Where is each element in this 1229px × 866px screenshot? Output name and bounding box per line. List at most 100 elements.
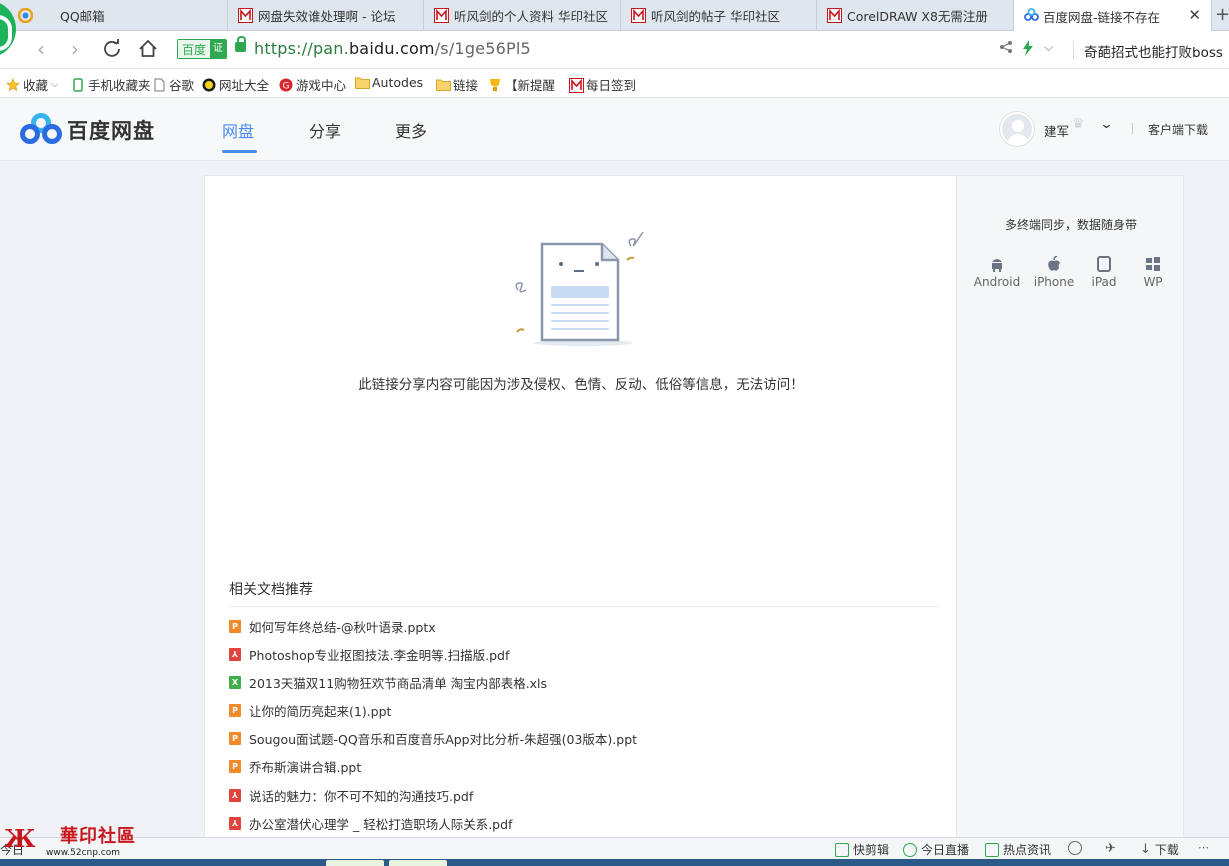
client-download-link[interactable]: 客户端下载 <box>1148 121 1208 138</box>
tab-user-posts[interactable]: 听风剑的帖子 华印社区 <box>621 0 817 31</box>
baidu-pan-logo-icon[interactable] <box>19 112 63 146</box>
bookmarks-bar: 收藏 ⌵ 手机收藏夹 谷歌 网址大全 G 游戏中心 Autodes 链接 【新提… <box>0 69 1229 98</box>
error-message: 此链接分享内容可能因为涉及侵权、色情、反动、低俗等信息，无法访问！ <box>358 377 804 393</box>
ipad-icon <box>1096 256 1112 272</box>
tab-coreldraw[interactable]: CorelDRAW X8无需注册 <box>817 0 1014 31</box>
ev-certificate-badge[interactable]: 百度 证 <box>177 39 228 59</box>
share-icon[interactable] <box>999 40 1013 58</box>
url-scheme: https://pan. <box>254 39 349 58</box>
status-download[interactable]: ↓ 下载 <box>1140 841 1179 858</box>
nav-tab-more[interactable]: 更多 <box>395 118 427 142</box>
related-doc-link[interactable]: P 让你的简历亮起来(1).ppt <box>229 700 391 720</box>
related-doc-link[interactable]: P Sougou面试题-QQ音乐和百度音乐App对比分析-朱超强(03版本).p… <box>229 728 637 748</box>
tab-user-profile[interactable]: 听风剑的个人资料 华印社区 <box>424 0 621 31</box>
avatar[interactable] <box>1000 112 1034 146</box>
trophy-icon <box>488 78 502 92</box>
apple-icon <box>1046 255 1062 272</box>
folder-icon <box>436 78 451 92</box>
status-news[interactable]: 热点资讯 <box>985 841 1051 858</box>
bookmark-new-reminder[interactable]: 【新提醒 <box>488 75 555 94</box>
svg-text:G: G <box>283 81 290 91</box>
username[interactable]: 建军 <box>1044 121 1069 140</box>
xls-file-icon: X <box>229 675 241 689</box>
huayin-icon <box>434 8 449 23</box>
bookmark-label: 链接 <box>453 78 479 93</box>
forward-icon[interactable]: › <box>63 37 87 61</box>
search-suggestion[interactable]: 奇葩招式也能打败boss <box>1084 41 1223 61</box>
bookmark-game-center[interactable]: G 游戏中心 <box>279 75 346 94</box>
folder-icon <box>355 76 370 90</box>
os-taskbar <box>0 859 1229 866</box>
windows-icon <box>1145 256 1161 272</box>
nav-tab-netdisk[interactable]: 网盘 <box>222 118 254 142</box>
site-logo-text[interactable]: 百度网盘 <box>67 115 155 145</box>
huayin-icon <box>827 8 842 23</box>
platform-android[interactable]: Android <box>972 256 1022 289</box>
taskbar-item[interactable] <box>389 860 447 866</box>
bookmark-autodesk-folder[interactable]: Autodes <box>355 75 423 90</box>
platform-windows-phone[interactable]: WP <box>1128 256 1178 289</box>
pdf-file-icon: ⅄ <box>229 788 241 802</box>
status-quick-clip[interactable]: 快剪辑 <box>835 841 889 858</box>
related-doc-link[interactable]: P 如何写年终总结-@秋叶语录.pptx <box>229 616 436 636</box>
pin-icon: ✈ <box>1105 841 1116 856</box>
huayin-icon <box>631 8 646 23</box>
web-guide-icon <box>202 78 216 92</box>
bookmark-web-guide[interactable]: 网址大全 <box>202 75 269 94</box>
chevron-down-icon: ⌵ <box>51 79 59 90</box>
bookmark-favorites[interactable]: 收藏 ⌵ <box>6 75 59 94</box>
platform-label: iPhone <box>1033 275 1075 289</box>
platform-iphone[interactable]: iPhone <box>1029 255 1079 289</box>
platform-ipad[interactable]: iPad <box>1079 256 1129 289</box>
browser-tab-strip: QQ邮箱 网盘失效谁处理啊 - 论坛 听风剑的个人资料 华印社区 听风剑的帖子 … <box>0 0 1229 58</box>
tab-forum-post[interactable]: 网盘失效谁处理啊 - 论坛 <box>228 0 424 31</box>
close-tab-icon[interactable]: ✕ <box>1188 6 1201 24</box>
address-bar: ‹ › 百度 证 https://pan.baidu.com/s/1ge56Pl… <box>0 31 1229 69</box>
refresh-icon <box>1068 841 1082 855</box>
baidu-pan-icon <box>1024 8 1039 23</box>
bookmark-mobile[interactable]: 手机收藏夹 <box>71 75 151 94</box>
back-icon[interactable]: ‹ <box>29 37 53 61</box>
bookmark-label: 手机收藏夹 <box>88 78 151 93</box>
tab-qq-mail[interactable]: QQ邮箱 <box>0 0 228 31</box>
ppt-file-icon: P <box>229 619 241 633</box>
browser-status-bar: 今日 快剪辑 今日直播 热点资讯 ✈ ↓ 下载 ⋯ <box>0 837 1229 859</box>
bookmark-label: Autodes <box>372 75 424 90</box>
related-doc-link[interactable]: X 2013天猫双11购物狂欢节商品清单 淘宝内部表格.xls <box>229 672 547 692</box>
status-pin[interactable]: ✈ <box>1105 841 1116 856</box>
home-icon[interactable] <box>136 37 160 61</box>
status-label: 热点资讯 <box>1003 843 1052 857</box>
pdf-file-icon: ⅄ <box>229 816 241 830</box>
dropdown-chevron-icon[interactable]: ⌵ <box>1044 40 1053 55</box>
pdf-file-icon: ⅄ <box>229 647 241 661</box>
page-icon <box>152 78 166 92</box>
sidebar-title: 多终端同步，数据随身带 <box>1004 218 1137 232</box>
doc-title: Photoshop专业抠图技法.李金明等.扫描版.pdf <box>249 647 510 663</box>
related-doc-link[interactable]: P 乔布斯演讲合辑.ppt <box>229 756 361 776</box>
status-label: 快剪辑 <box>853 843 890 857</box>
speed-mode-icon[interactable] <box>1022 40 1034 60</box>
vip-crown-icon[interactable]: ♛ <box>1072 116 1085 132</box>
related-doc-link[interactable]: ⅄ 办公室潜伏心理学 _ 轻松打造职场人际关系.pdf <box>229 813 512 833</box>
related-doc-link[interactable]: ⅄ Photoshop专业抠图技法.李金明等.扫描版.pdf <box>229 644 509 664</box>
play-icon <box>903 842 917 857</box>
url-field[interactable]: https://pan.baidu.com/s/1ge56Pl5 <box>254 39 531 58</box>
nav-tab-share[interactable]: 分享 <box>309 118 341 142</box>
status-live[interactable]: 今日直播 <box>903 841 969 858</box>
taskbar-item[interactable] <box>326 860 384 866</box>
status-refresh[interactable] <box>1068 841 1082 855</box>
tab-baidu-pan[interactable]: 百度网盘-链接不存在 ✕ <box>1014 0 1212 32</box>
site-watermark: Ж 華印社區 www.52cnp.com <box>0 822 140 862</box>
chevron-down-icon[interactable]: ⌄ <box>1099 117 1113 132</box>
status-more[interactable]: ⋯ <box>1198 841 1209 854</box>
bookmark-google[interactable]: 谷歌 <box>152 75 194 94</box>
related-doc-link[interactable]: ⅄ 说话的魅力：你不可不知的沟通技巧.pdf <box>229 785 473 805</box>
tab-title: CorelDRAW X8无需注册 <box>847 9 988 24</box>
download-sidebar: 多终端同步，数据随身带 Android iPhone iPad WP <box>956 175 1184 840</box>
reload-icon[interactable] <box>100 37 124 61</box>
bookmark-links-folder[interactable]: 链接 <box>436 75 478 94</box>
active-tab-indicator <box>222 150 257 153</box>
bookmark-daily-checkin[interactable]: 每日签到 <box>569 75 636 94</box>
bookmark-label: 【新提醒 <box>505 78 556 93</box>
new-tab-icon[interactable]: + <box>1215 4 1229 25</box>
